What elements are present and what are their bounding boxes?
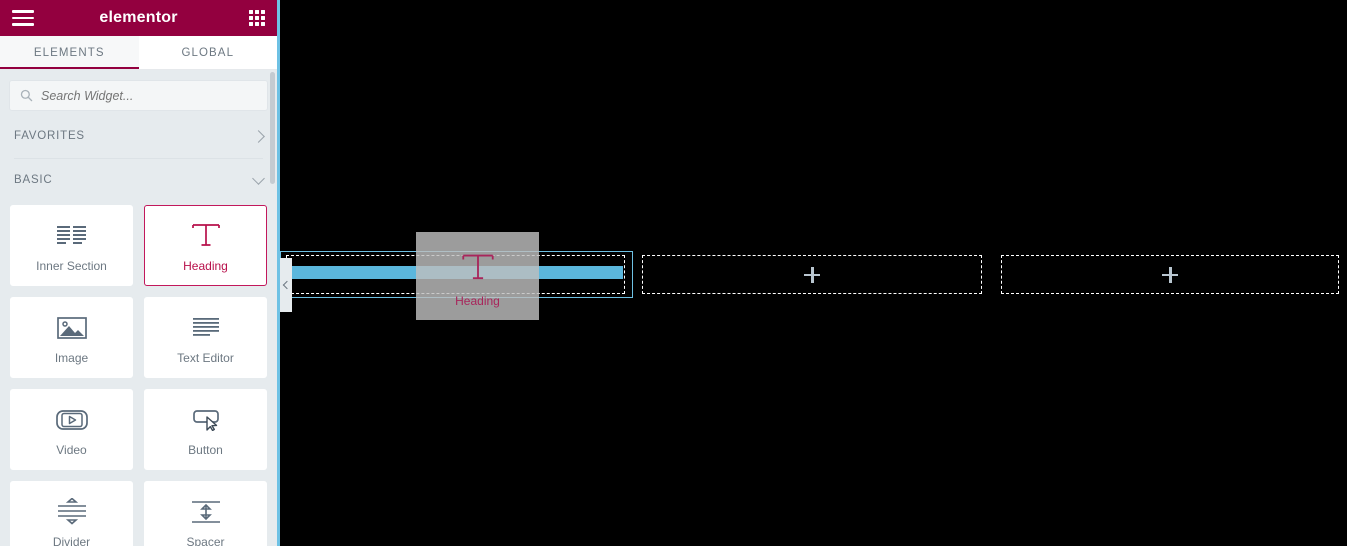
widget-heading[interactable]: Heading [144, 205, 267, 286]
widget-divider[interactable]: Divider [10, 481, 133, 546]
hamburger-icon[interactable] [12, 10, 34, 26]
tab-elements[interactable]: ELEMENTS [0, 36, 139, 70]
text-editor-icon [191, 311, 221, 345]
widget-grid: Inner Section Heading Image Text Editor … [0, 197, 277, 546]
category-favorites[interactable]: FAVORITES [0, 119, 277, 153]
video-icon [55, 403, 88, 437]
search-box[interactable] [9, 80, 268, 111]
editor-panel: elementor ELEMENTS GLOBAL Search Widget.… [0, 0, 277, 546]
widget-text-editor-label: Text Editor [177, 350, 234, 365]
drop-indicator [289, 266, 623, 279]
heading-icon [191, 219, 221, 253]
plus-icon [804, 266, 820, 283]
plus-icon [1162, 266, 1178, 283]
search-icon [20, 89, 33, 102]
category-basic-label: BASIC [14, 174, 53, 186]
tab-global[interactable]: GLOBAL [138, 36, 277, 70]
panel-tabs: ELEMENTS GLOBAL [0, 36, 277, 70]
chevron-left-icon [282, 280, 292, 290]
widget-spacer-label: Spacer [186, 534, 225, 546]
widget-button[interactable]: Button [144, 389, 267, 470]
elementor-editor: elementor ELEMENTS GLOBAL Search Widget.… [0, 0, 1347, 546]
chevron-right-icon [252, 129, 265, 143]
widget-video[interactable]: Video [10, 389, 133, 470]
widget-spacer[interactable]: Spacer [144, 481, 267, 546]
widget-image-label: Image [54, 350, 89, 365]
grid-apps-icon[interactable] [249, 10, 265, 26]
widget-inner-section[interactable]: Inner Section [10, 205, 133, 286]
category-favorites-label: FAVORITES [14, 130, 85, 142]
tab-elements-label: ELEMENTS [33, 47, 105, 59]
widget-divider-label: Divider [52, 534, 91, 546]
image-icon [56, 311, 87, 345]
search-input[interactable] [41, 88, 257, 103]
widget-button-label: Button [188, 442, 223, 457]
add-section-zone-2[interactable] [642, 255, 982, 294]
spacer-icon [190, 495, 222, 529]
widget-inner-section-label: Inner Section [36, 258, 107, 273]
inner-section-icon [56, 219, 87, 253]
canvas [280, 0, 1347, 546]
button-icon [190, 403, 222, 437]
panel-collapse-handle[interactable] [280, 258, 292, 312]
chevron-down-icon [252, 171, 265, 185]
add-section-zone-3[interactable] [1001, 255, 1339, 294]
category-basic[interactable]: BASIC [0, 163, 277, 197]
brand-logo: elementor [99, 9, 178, 26]
panel-scrollbar[interactable] [270, 72, 275, 184]
divider-icon [56, 495, 88, 529]
widget-image[interactable]: Image [10, 297, 133, 378]
widget-video-label: Video [56, 442, 87, 457]
widget-heading-label: Heading [183, 258, 228, 273]
tab-global-label: GLOBAL [181, 47, 235, 59]
panel-header: elementor [0, 0, 277, 36]
category-divider [14, 158, 263, 159]
widget-text-editor[interactable]: Text Editor [144, 297, 267, 378]
search-container [0, 70, 277, 119]
